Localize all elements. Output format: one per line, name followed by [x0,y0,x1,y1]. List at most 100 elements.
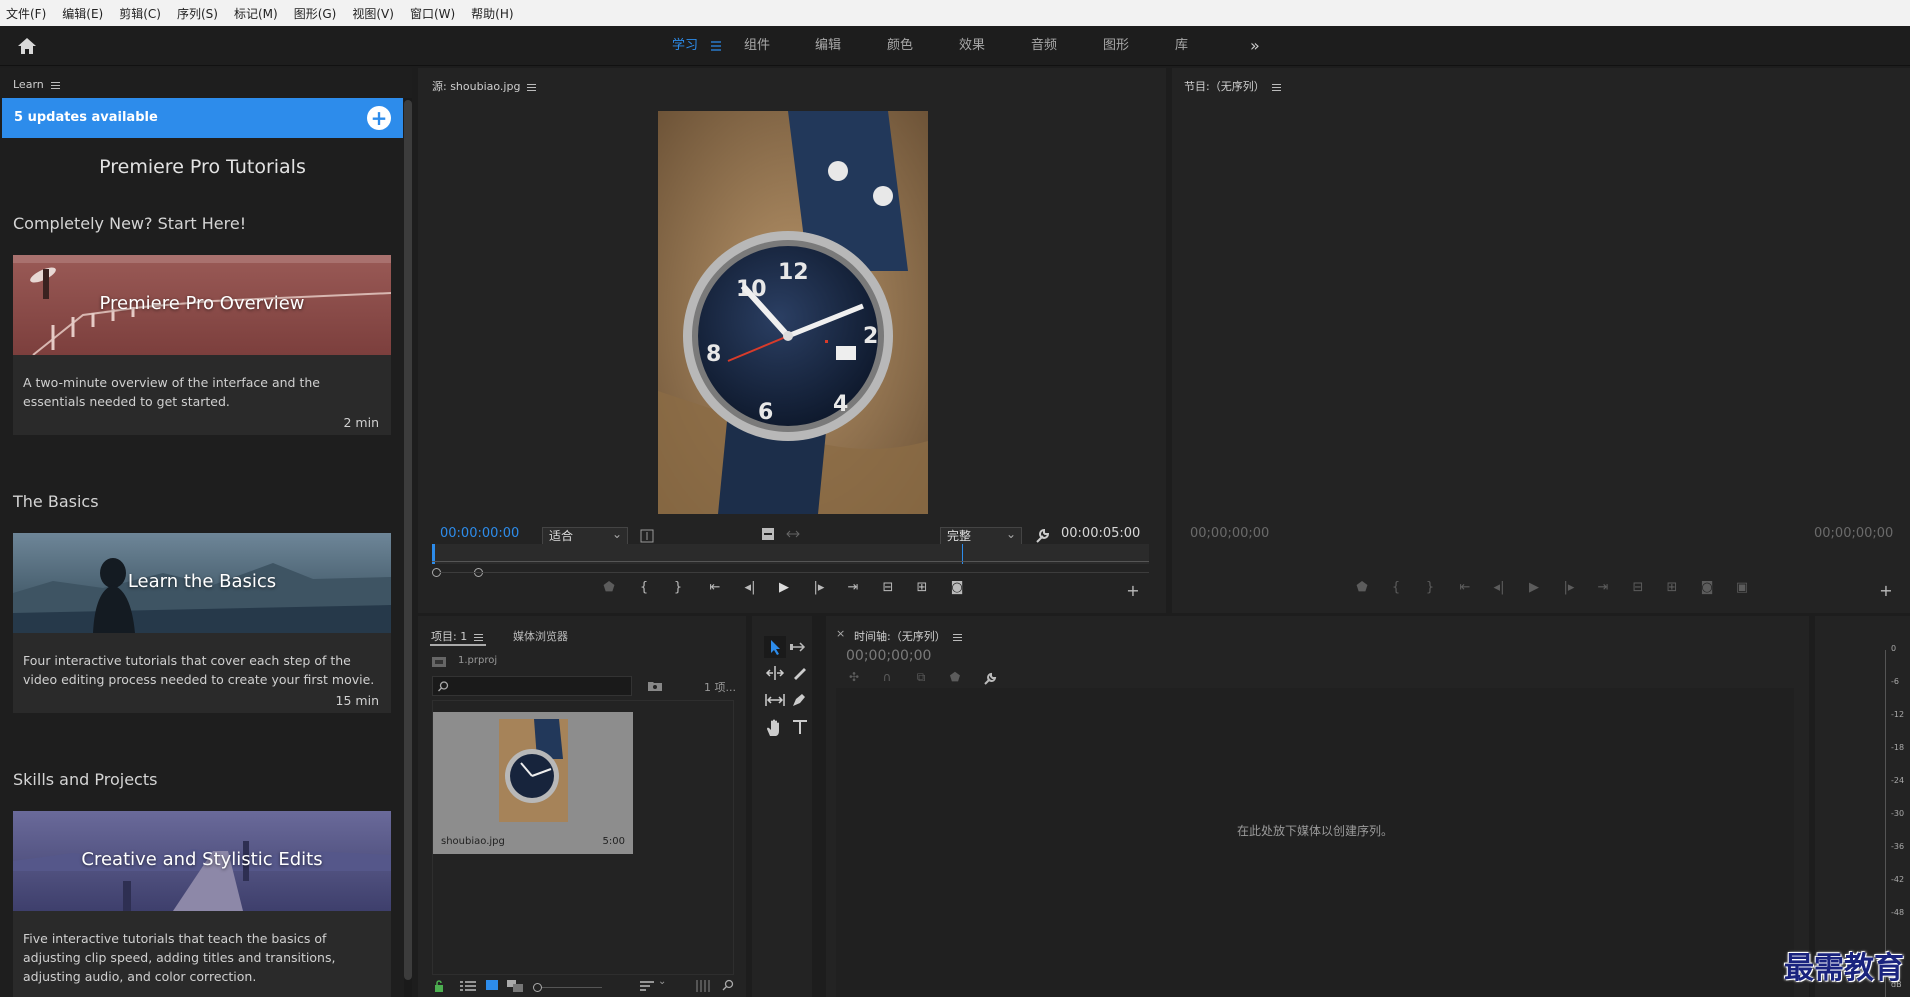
menu-view[interactable]: 视图(V) [352,5,394,22]
menu-graphics[interactable]: 图形(G) [294,5,337,22]
project-tab[interactable]: 项目: 1 [431,628,484,644]
ripple-edit-tool-icon[interactable] [765,664,785,682]
add-icon[interactable]: + [367,106,391,130]
menu-edit[interactable]: 编辑(E) [62,5,103,22]
step-forward-icon[interactable]: |▸ [809,580,829,595]
menu-markers[interactable]: 标记(M) [234,5,278,22]
lock-icon[interactable] [434,980,444,992]
step-back-icon[interactable]: ◂| [740,580,760,595]
workspace-overflow-icon[interactable]: » [1250,26,1260,66]
slip-tool-icon[interactable] [764,691,786,709]
button-editor-icon[interactable]: + [1876,581,1896,600]
snap-magnet-icon[interactable]: ∩ [877,670,897,684]
workspace-learn[interactable]: 学习 [672,26,698,66]
program-tab[interactable]: 节目:（无序列） [1184,78,1281,94]
timeline-tab[interactable]: 时间轴:（无序列） [854,628,962,644]
add-marker-icon[interactable]: ⬟ [945,670,965,684]
home-icon[interactable] [16,36,38,56]
close-icon[interactable]: × [836,627,845,640]
insert-icon[interactable]: ⊟ [878,580,898,595]
mark-in-icon[interactable]: { [1386,580,1406,595]
program-timecode[interactable]: 00;00;00;00 [1190,526,1269,541]
go-to-out-icon[interactable]: ⇥ [843,580,863,595]
menu-window[interactable]: 窗口(W) [410,5,455,22]
panel-menu-icon[interactable] [952,633,962,641]
media-browser-tab[interactable]: 媒体浏览器 [513,628,568,644]
quality-dropdown[interactable]: 完整 [940,526,1022,545]
linked-selection-icon[interactable]: ⧉ [911,670,931,685]
workspace-editing[interactable]: 编辑 [815,26,841,66]
zoom-slider-track[interactable] [542,987,602,988]
workspace-assembly[interactable]: 组件 [744,26,770,66]
timeline-timecode[interactable]: 00;00;00;00 [846,648,931,664]
tutorial-card-creative[interactable]: Creative and Stylistic Edits Five intera… [13,811,391,997]
workspace-color[interactable]: 颜色 [887,26,913,66]
step-forward-icon[interactable]: |▸ [1559,580,1579,595]
step-back-icon[interactable]: ◂| [1489,580,1509,595]
nest-icon[interactable]: ✣ [844,670,864,684]
drag-video-icon[interactable] [761,527,775,541]
icon-view-icon[interactable] [486,980,498,992]
menu-help[interactable]: 帮助(H) [471,5,513,22]
panel-menu-icon[interactable] [474,633,484,641]
fit-dropdown[interactable]: 适合 [542,526,628,545]
find-icon[interactable] [722,979,734,991]
export-frame-icon[interactable]: ◙ [1697,580,1717,595]
updates-banner[interactable]: 5 updates available + [2,98,403,138]
play-icon[interactable]: ▶ [1524,580,1544,595]
freeform-view-icon[interactable] [507,980,523,992]
workspace-audio[interactable]: 音频 [1031,26,1057,66]
mark-in-icon[interactable]: { [634,580,654,595]
sort-dropdown-icon[interactable]: ⌄ [658,976,666,987]
tutorial-card-overview[interactable]: Premiere Pro Overview A two-minute overv… [13,255,391,435]
menu-sequence[interactable]: 序列(S) [177,5,218,22]
list-view-icon[interactable] [460,980,476,992]
source-tab[interactable]: 源: shoubiao.jpg [432,78,537,94]
overwrite-icon[interactable]: ⊞ [912,580,932,595]
mark-out-icon[interactable]: } [668,580,688,595]
comparison-view-icon[interactable]: ▣ [1732,580,1752,595]
pen-tool-icon[interactable] [790,691,808,709]
go-to-out-icon[interactable]: ⇥ [1593,580,1613,595]
learn-tab[interactable]: Learn [13,78,60,91]
go-to-in-icon[interactable]: ⇤ [705,580,725,595]
settings-wrench-icon[interactable] [1034,528,1050,544]
razor-tool-icon[interactable] [790,664,808,682]
type-tool-icon[interactable] [791,718,809,736]
zoom-scrollbar[interactable] [432,566,1149,578]
workspace-libraries[interactable]: 库 [1175,26,1188,66]
hand-tool-icon[interactable] [764,718,784,738]
workspace-effects[interactable]: 效果 [959,26,985,66]
menu-clip[interactable]: 剪辑(C) [119,5,161,22]
menu-file[interactable]: 文件(F) [6,5,46,22]
add-marker-icon[interactable]: ⬟ [1352,580,1372,595]
panel-menu-icon[interactable] [1271,83,1281,91]
panel-menu-icon[interactable] [527,83,537,91]
automate-to-sequence-icon[interactable] [696,980,712,992]
panel-menu-icon[interactable] [50,81,60,89]
lift-icon[interactable]: ⊟ [1628,580,1648,595]
clip-thumbnail-card[interactable]: shoubiao.jpg 5:00 [433,712,633,854]
zoom-slider-handle[interactable] [533,983,542,992]
tutorial-card-basics[interactable]: Learn the Basics Four interactive tutori… [13,533,391,713]
learn-scrollbar-thumb[interactable] [404,100,412,980]
mark-out-icon[interactable]: } [1420,580,1440,595]
extract-icon[interactable]: ⊞ [1662,580,1682,595]
sort-icons-icon[interactable] [640,980,654,992]
export-frame-icon[interactable]: ◙ [947,580,967,595]
project-search-input[interactable] [432,676,632,696]
selection-tool[interactable] [764,636,786,658]
button-editor-icon[interactable]: + [1123,581,1143,600]
timeline-settings-wrench-icon[interactable] [983,672,997,686]
play-icon[interactable]: ▶ [774,580,794,595]
workspace-menu-icon[interactable] [711,40,721,52]
track-select-tool-icon[interactable] [789,638,809,656]
go-to-in-icon[interactable]: ⇤ [1455,580,1475,595]
new-bin-from-search-icon[interactable] [648,680,662,691]
workspace-graphics[interactable]: 图形 [1103,26,1129,66]
source-time-ruler[interactable] [432,544,1149,564]
timeline-drop-area[interactable]: 在此处放下媒体以创建序列。 [836,688,1794,997]
source-timecode[interactable]: 00:00:00:00 [440,526,519,541]
drag-audio-icon[interactable] [786,529,800,539]
safe-margins-icon[interactable] [640,529,654,543]
